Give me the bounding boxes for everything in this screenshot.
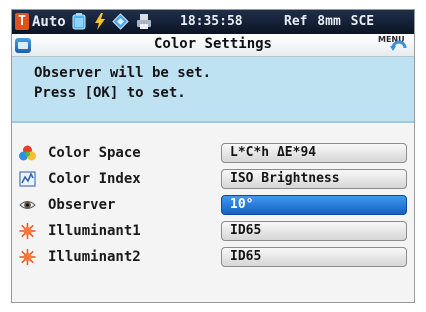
illuminant-sun-icon bbox=[19, 223, 36, 239]
status-bar: T Auto 18:35:58 Ref 8mm SCE bbox=[12, 10, 414, 34]
setting-label: Color Index bbox=[48, 171, 141, 187]
setting-row-illuminant1[interactable]: Illuminant1 ID65 bbox=[12, 219, 414, 243]
setting-value: ID65 bbox=[230, 249, 262, 264]
setting-label: Illuminant1 bbox=[48, 223, 141, 239]
color-space-icon bbox=[19, 145, 36, 161]
return-arrow-icon bbox=[390, 40, 407, 51]
battery-icon bbox=[72, 13, 86, 30]
illuminant1-field[interactable]: ID65 bbox=[221, 221, 407, 241]
measurement-mode-badge: T bbox=[15, 13, 29, 30]
setting-row-observer[interactable]: Observer 10° bbox=[12, 193, 414, 217]
clock-time: 18:35:58 bbox=[180, 14, 243, 29]
observer-field[interactable]: 10° bbox=[221, 195, 407, 215]
page-title: Color Settings bbox=[153, 36, 272, 52]
mode-label: Auto bbox=[32, 14, 66, 30]
setting-row-color-space[interactable]: Color Space L*C*h ΔE*94 bbox=[12, 141, 414, 165]
setting-row-illuminant2[interactable]: Illuminant2 ID65 bbox=[12, 245, 414, 269]
lightning-icon bbox=[95, 13, 105, 30]
color-index-icon bbox=[19, 171, 36, 187]
illuminant2-field[interactable]: ID65 bbox=[221, 247, 407, 267]
title-bar: Color Settings MENU bbox=[12, 34, 414, 57]
color-space-field[interactable]: L*C*h ΔE*94 bbox=[221, 143, 407, 163]
color-index-field[interactable]: ISO Brightness bbox=[221, 169, 407, 189]
setting-label: Illuminant2 bbox=[48, 249, 141, 265]
device-screen: T Auto 18:35:58 Ref 8mm SCE Color Settin… bbox=[11, 9, 415, 303]
setting-value: ISO Brightness bbox=[230, 171, 340, 186]
setting-value: L*C*h ΔE*94 bbox=[230, 145, 317, 160]
setting-value: ID65 bbox=[230, 223, 262, 238]
calibration-icon bbox=[112, 13, 129, 30]
menu-back-button[interactable]: MENU bbox=[378, 35, 410, 55]
setting-value: 10° bbox=[230, 197, 254, 212]
observer-eye-icon bbox=[19, 201, 36, 209]
message-line: Press [OK] to set. bbox=[34, 85, 186, 101]
setting-row-color-index[interactable]: Color Index ISO Brightness bbox=[12, 167, 414, 191]
setting-label: Color Space bbox=[48, 145, 141, 161]
message-line: Observer will be set. bbox=[34, 65, 212, 81]
message-panel: Observer will be set. Press [OK] to set. bbox=[12, 57, 414, 123]
printer-icon bbox=[137, 14, 151, 29]
setting-label: Observer bbox=[48, 197, 116, 213]
illuminant-sun-icon bbox=[19, 249, 36, 265]
measurement-conditions: Ref 8mm SCE bbox=[284, 14, 375, 29]
